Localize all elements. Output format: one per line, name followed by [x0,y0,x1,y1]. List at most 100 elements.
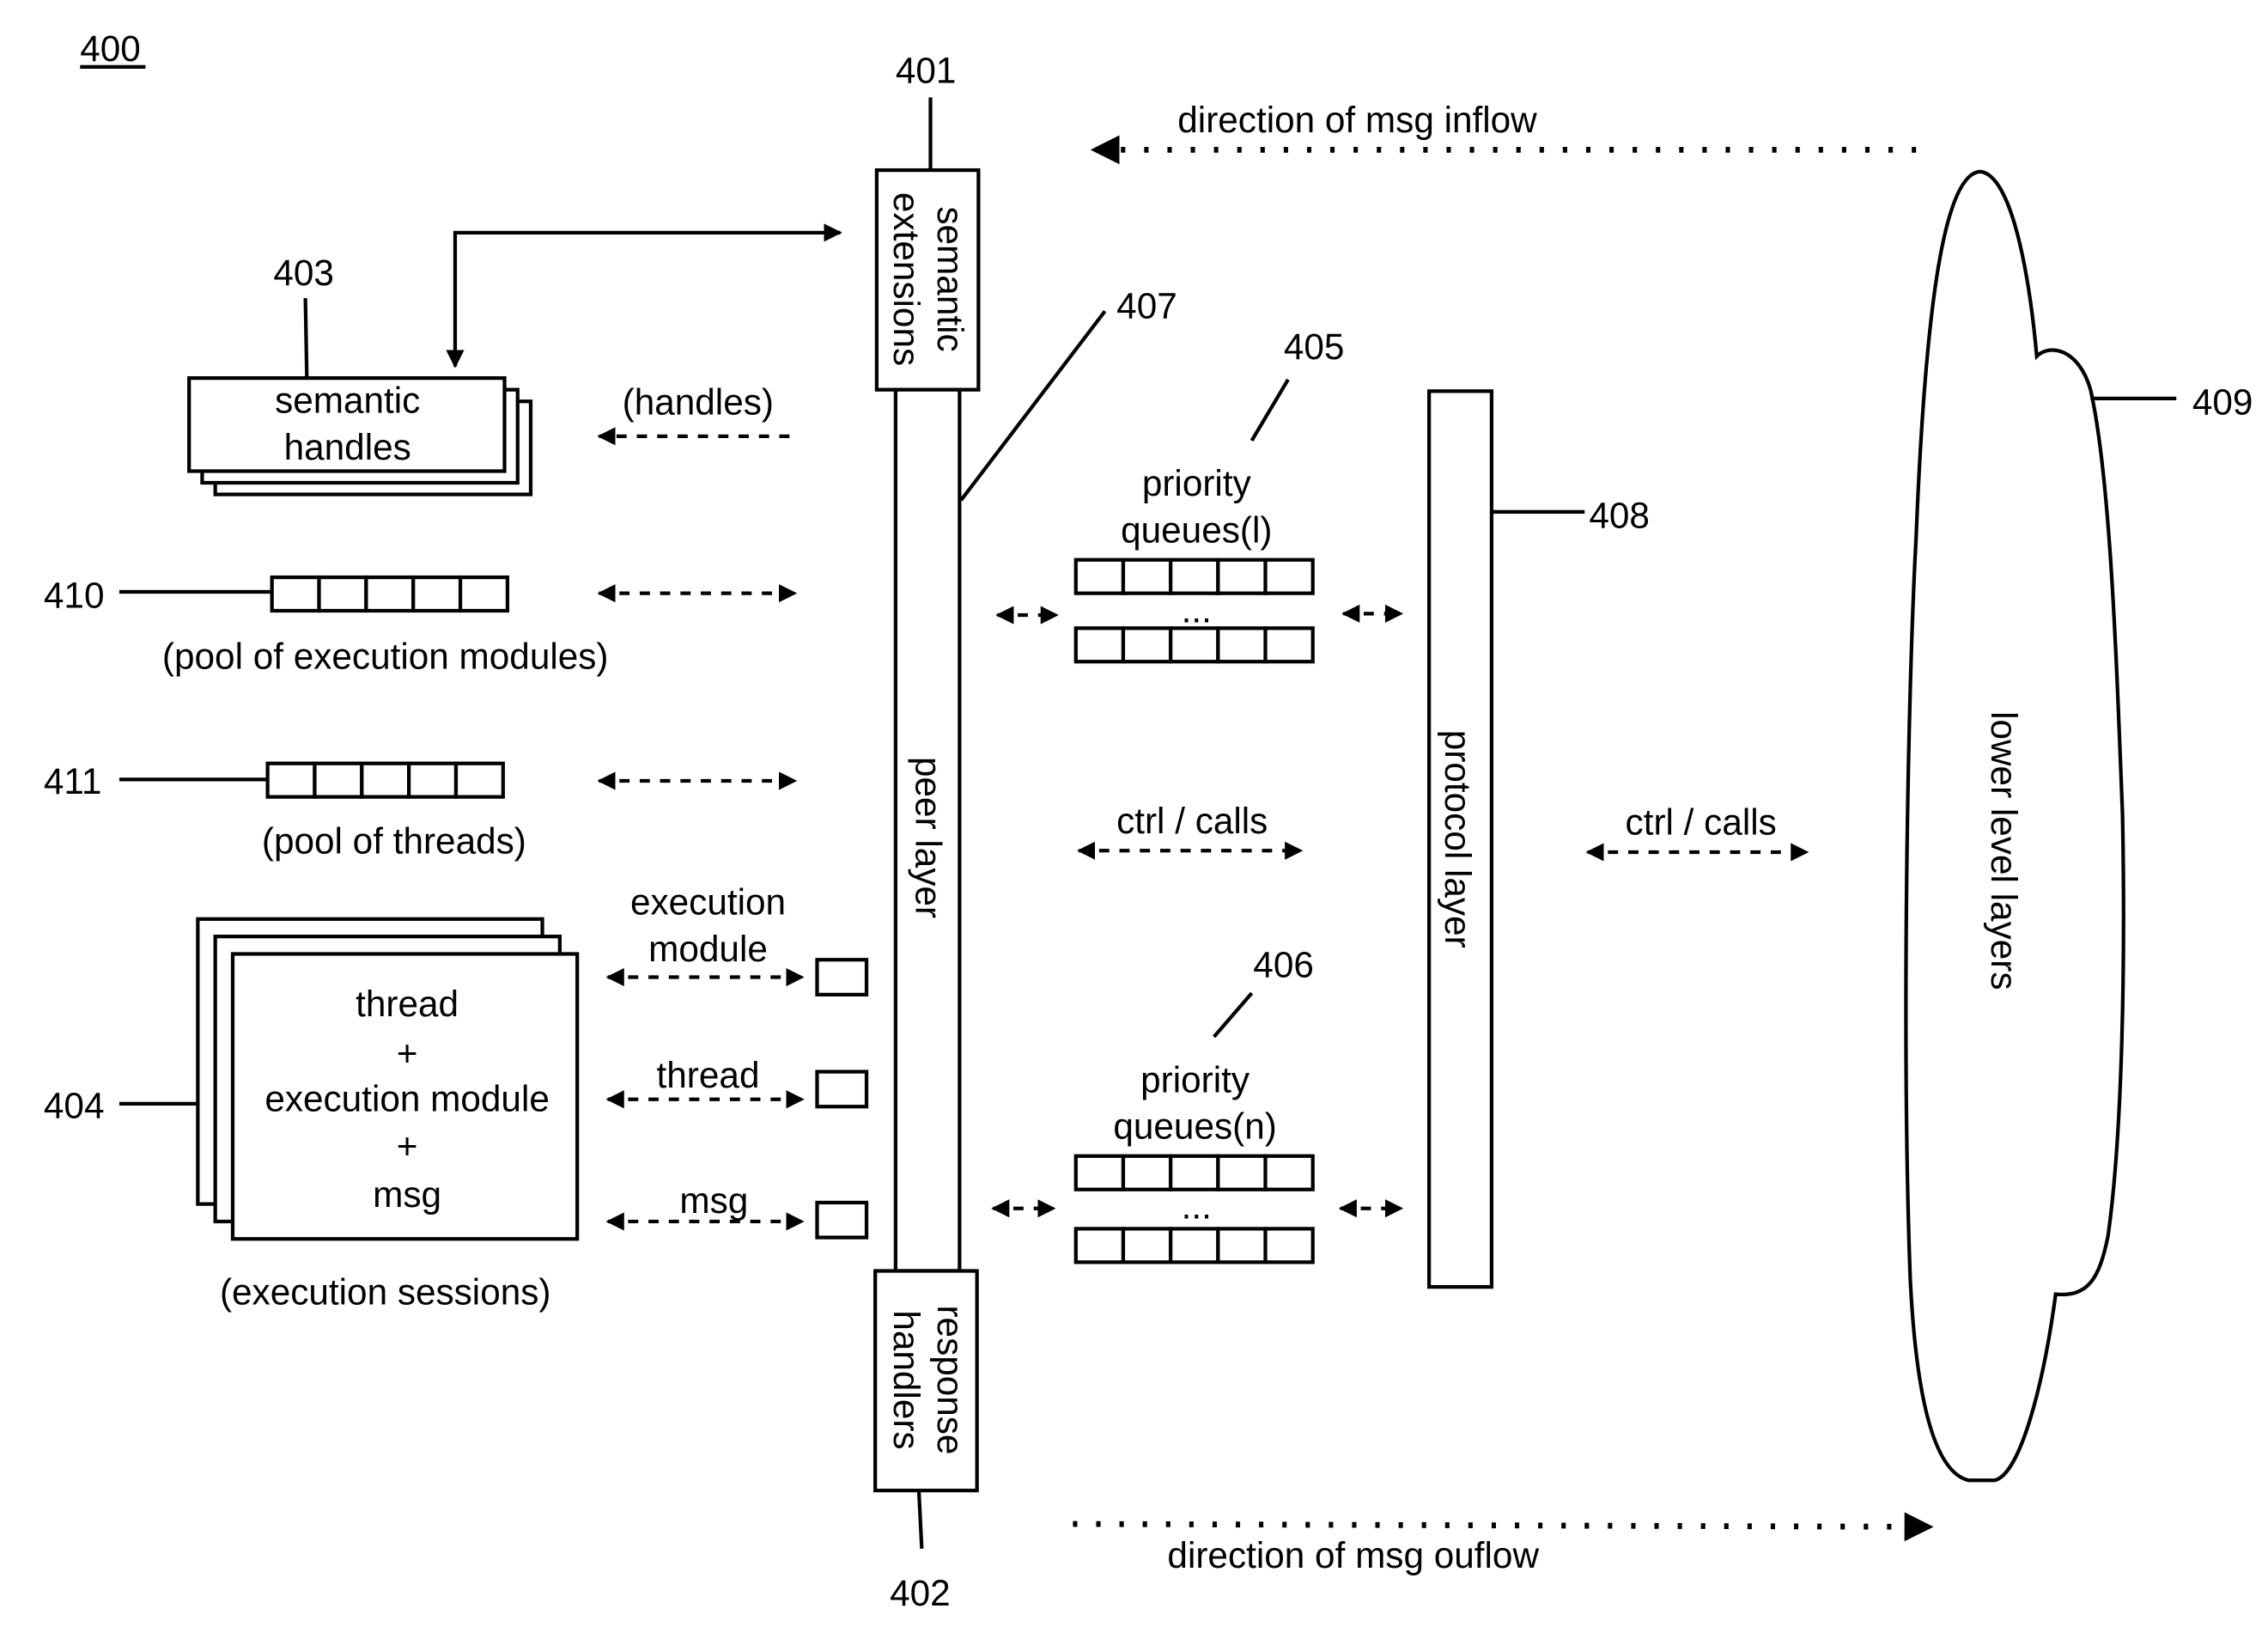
queue-cell [458,575,510,613]
ctrl-calls-middle: ctrl / calls [1077,801,1304,860]
outflow-dotted-line [1073,1512,1934,1542]
queue-cell [1216,1227,1268,1264]
queue-n-bottom-cells [1073,1227,1315,1264]
queue-cell [411,575,463,613]
queue-cell [1216,558,1268,595]
ref-403: 403 [273,253,334,293]
semantic-handles: 403 semantic handles (handles) [187,223,842,497]
inflow-label: direction of msg inflow [1177,100,1537,140]
figure-number-text: 400 [80,28,141,69]
response-handlers-line1: response [930,1305,970,1454]
exec-module-slot [815,958,869,996]
queue-cell [407,761,459,799]
pool-execution-modules: 410 (pool of execution modules) [44,575,798,677]
queue-cell [364,575,416,613]
msg-inflow-arrow: direction of msg inflow [1090,100,1917,165]
leader-406 [1213,991,1254,1039]
leader-402 [916,1490,924,1549]
session-line-plus2: + [397,1126,418,1167]
ref-404: 404 [44,1086,105,1126]
priority-queues-l: 405 priority queues(l) ... [995,326,1404,664]
queues-l-line2: queues(l) [1121,509,1272,550]
lower-level-layers-cloud: lower level layers 409 [1904,169,2253,1483]
queue-l-top-cells [1073,558,1315,595]
handles-to-extensions-arrow [446,223,842,369]
handles-line2: handles [284,427,411,467]
queue-cell [1263,626,1315,664]
queue-cell [317,575,368,613]
msg-outflow-arrow: direction of msg ouflow [1073,1512,1934,1575]
leader-405 [1250,378,1290,442]
ref-405: 405 [1284,326,1345,367]
figure-number: 400 [80,28,146,69]
queue-cell [1216,626,1268,664]
protocol-layer-label: protocol layer [1438,730,1478,948]
thread-label: thread [657,1055,760,1095]
ref-408: 408 [1589,495,1650,535]
pool-modules-label: (pool of execution modules) [162,637,609,677]
leader-403 [303,297,309,379]
session-line-msg: msg [373,1174,441,1215]
queue-l-bottom-cells [1073,626,1315,664]
ref-401: 401 [896,50,957,90]
handles-line1: semantic [275,381,420,421]
queue-cell [1263,1227,1315,1264]
thread-pool-cells [265,761,505,799]
pool-threads-label: (pool of threads) [262,821,526,862]
ctrl-calls-right-label: ctrl / calls [1626,802,1777,843]
sessions-label: (execution sessions) [220,1271,551,1312]
queue-n-top-cells [1073,1154,1315,1191]
queues-l-ellipsis: ... [1182,590,1212,631]
ctrl-calls-middle-label: ctrl / calls [1116,801,1268,841]
semantic-extensions-line1: semantic [930,206,970,351]
protocol-layer: protocol layer 408 ctrl / calls [1427,389,1809,1289]
queue-cell [1121,626,1173,664]
pool-threads: 411 (pool of threads) [44,761,798,862]
priority-queues-n: 406 priority queues(n) ... [991,945,1404,1264]
queue-cell [1073,626,1126,664]
queue-cell [1263,1154,1315,1191]
queue-cell [1073,1227,1126,1264]
thread-slot [815,1069,869,1109]
queues-n-line2: queues(n) [1113,1106,1276,1146]
queues-n-line1: priority [1140,1059,1250,1100]
msg-slot [815,1200,869,1240]
architecture-diagram: 400 direction of msg inflow direction of… [44,28,2253,1613]
queue-cell [453,761,505,799]
module-pool-cells [270,575,510,613]
execution-sessions: thread + execution module + msg (executi… [44,882,869,1312]
queue-cell [1073,558,1126,595]
cloud-label: lower level layers [1984,711,2024,990]
queue-cell [1216,1154,1268,1191]
peer-layer-label: peer layer [909,757,949,918]
session-line-module: execution module [264,1078,550,1118]
leader-407 [959,309,1107,502]
queue-cell [1263,558,1315,595]
session-line-thread: thread [356,984,459,1024]
queues-n-ellipsis: ... [1182,1186,1212,1227]
queue-cell [313,761,364,799]
queue-cell [1121,1154,1173,1191]
session-line-plus1: + [397,1033,418,1074]
exec-module-label-2: module [648,929,768,969]
ref-409: 409 [2192,381,2253,422]
response-handlers-line2: handlers [886,1310,927,1449]
handles-label: (handles) [623,381,774,422]
ref-402: 402 [890,1573,951,1613]
queue-cell [1073,1154,1126,1191]
ref-411: 411 [44,761,101,801]
queue-cell [265,761,317,799]
semantic-extensions-line2: extensions [886,192,927,366]
queue-cell [1169,1227,1220,1264]
msg-label: msg [679,1180,748,1221]
queue-cell [1169,1154,1220,1191]
queue-cell [270,575,321,613]
queue-cell [1121,1227,1173,1264]
ref-406: 406 [1253,945,1314,985]
queue-cell [1169,558,1220,595]
ref-410: 410 [44,576,105,616]
exec-module-label-1: execution [630,882,786,923]
queues-l-line1: priority [1142,463,1252,503]
outflow-label: direction of msg ouflow [1167,1535,1539,1575]
ref-407: 407 [1116,286,1177,326]
